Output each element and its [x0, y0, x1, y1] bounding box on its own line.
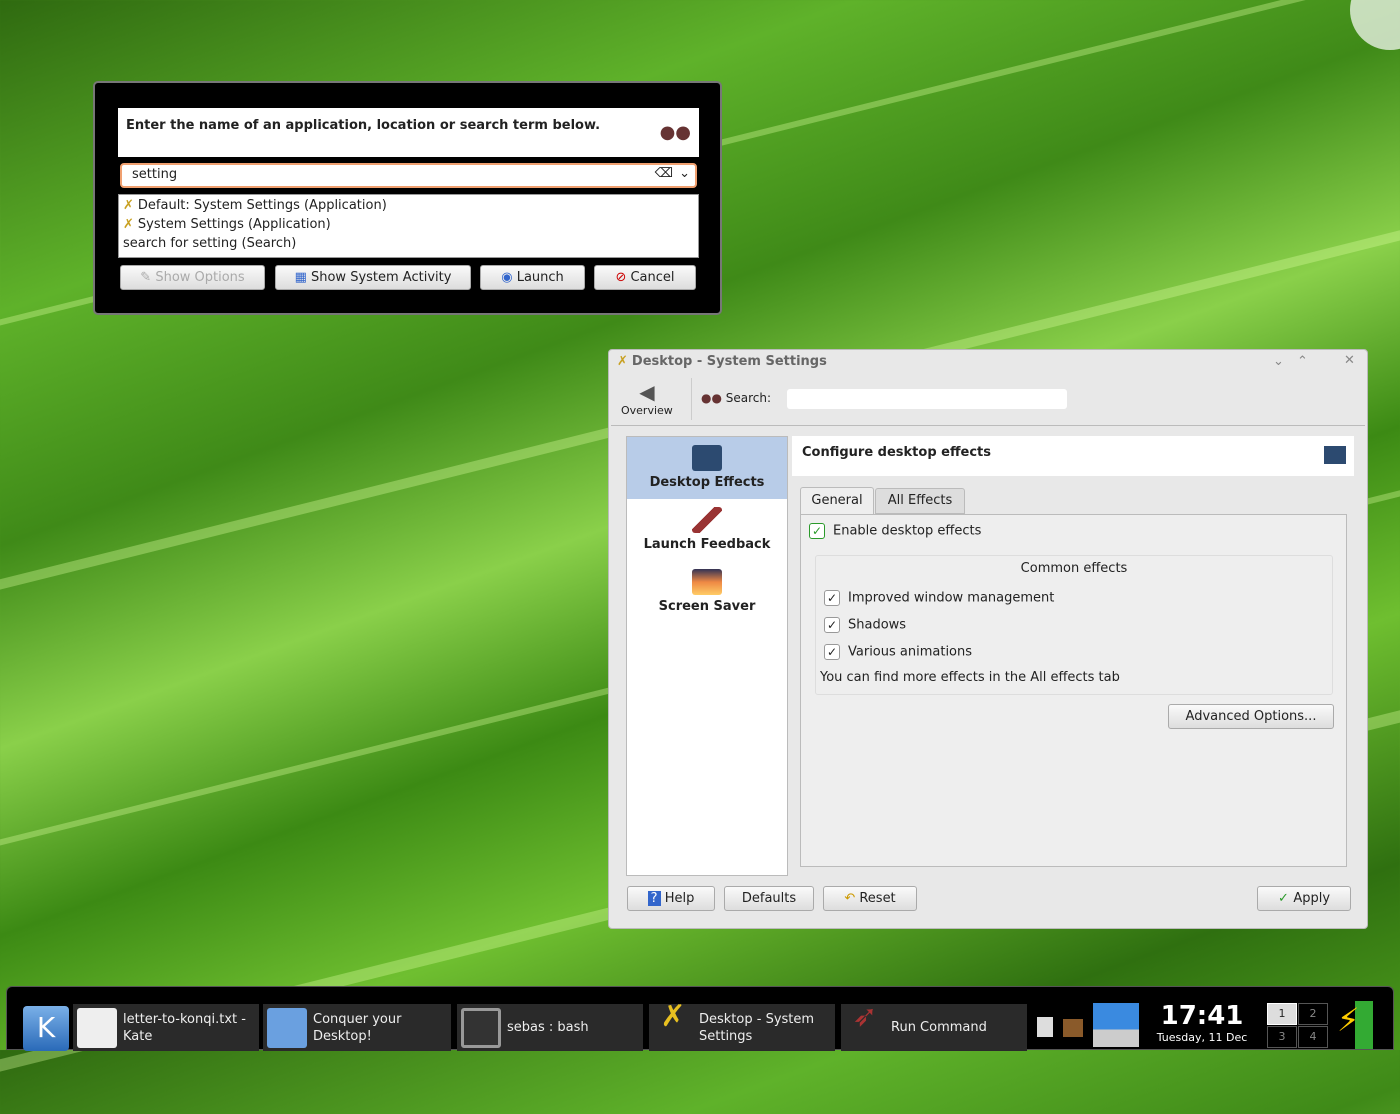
task-kate[interactable]: letter-to-konqi.txt - Kate: [73, 1004, 259, 1051]
list-item[interactable]: ✗ Default: System Settings (Application): [123, 196, 694, 215]
kde-menu-button[interactable]: K: [23, 1006, 69, 1051]
runner-prompt: Enter the name of an application, locati…: [118, 108, 699, 157]
settings-tools-icon: ✗: [123, 198, 134, 213]
effect-checkbox[interactable]: ✓ Shadows: [824, 617, 906, 633]
check-icon: ✓: [824, 617, 840, 633]
kate-icon: [77, 1007, 117, 1048]
show-system-activity-button[interactable]: ▦ Show System Activity: [275, 265, 471, 290]
cancel-button[interactable]: ⊘ Cancel: [594, 265, 696, 290]
maximize-button[interactable]: ⌃: [1297, 354, 1308, 369]
battery-icon[interactable]: ⚡: [1337, 1001, 1373, 1049]
check-icon: ✓: [824, 590, 840, 606]
window-title: ✗ Desktop - System Settings: [617, 354, 827, 369]
common-effects-group: Common effects ✓ Improved window manageme…: [815, 555, 1333, 695]
clear-icon[interactable]: ⌫: [655, 166, 673, 181]
effect-checkbox[interactable]: ✓ Various animations: [824, 644, 972, 660]
check-icon: ✓: [809, 523, 825, 539]
task-conquer-desktop[interactable]: Conquer your Desktop!: [263, 1004, 451, 1051]
wallet-icon[interactable]: [1063, 1019, 1083, 1037]
binoculars-icon: ●●: [659, 122, 691, 143]
system-activity-icon: ▦: [294, 270, 311, 285]
effect-checkbox[interactable]: ✓ Improved window management: [824, 590, 1054, 606]
module-header: Configure desktop effects: [792, 436, 1354, 476]
category-screen-saver[interactable]: Screen Saver: [627, 561, 787, 623]
task-run-command[interactable]: ➶ Run Command: [841, 998, 1027, 1051]
clipboard-icon[interactable]: [1037, 1017, 1053, 1037]
wrench-icon: ✎: [140, 270, 156, 285]
category-list: Desktop Effects Launch Feedback Screen S…: [626, 436, 788, 876]
binoculars-icon: ●●: [701, 391, 726, 405]
effects-note: You can find more effects in the All eff…: [820, 670, 1120, 685]
results-list: ✗ Default: System Settings (Application) …: [118, 194, 699, 258]
check-icon: ✓: [824, 644, 840, 660]
minimize-button[interactable]: ⌄: [1273, 354, 1284, 369]
search-input[interactable]: [787, 389, 1067, 409]
rocket-icon: ➶: [852, 998, 878, 1034]
list-item[interactable]: search for setting (Search): [123, 234, 694, 253]
enable-effects-checkbox[interactable]: ✓ Enable desktop effects: [809, 523, 981, 539]
apply-button[interactable]: ✓ Apply: [1257, 886, 1351, 911]
launch-button[interactable]: ◉ Launch: [480, 265, 585, 290]
folder-icon: [267, 1007, 307, 1048]
help-icon: ?: [647, 891, 661, 906]
back-arrow-icon: ◀: [639, 380, 655, 404]
settings-tools-icon: ✗: [617, 354, 628, 369]
pager-desktop-1[interactable]: 1: [1267, 1003, 1297, 1025]
rocket-icon: [692, 507, 722, 533]
tab-panel: ✓ Enable desktop effects Common effects ✓…: [800, 514, 1347, 867]
settings-tools-icon: ✗: [660, 998, 686, 1034]
terminal-icon: [461, 1007, 501, 1048]
chevron-down-icon[interactable]: ⌄: [679, 166, 690, 181]
run-command-dialog: Enter the name of an application, locati…: [93, 81, 722, 315]
clock[interactable]: 17:41 Tuesday, 11 Dec: [1147, 1001, 1257, 1044]
cancel-icon: ⊘: [615, 270, 631, 285]
group-title: Common effects: [1020, 561, 1128, 576]
category-launch-feedback[interactable]: Launch Feedback: [627, 499, 787, 561]
launch-icon: ◉: [501, 270, 517, 285]
defaults-button[interactable]: Defaults: [724, 886, 814, 911]
tab-all-effects[interactable]: All Effects: [875, 488, 965, 514]
desktop-toolbox-icon[interactable]: [1350, 0, 1400, 50]
task-bash[interactable]: sebas : bash: [457, 1004, 643, 1051]
system-settings-window: ✗ Desktop - System Settings ⌄ ⌃ ✕ ◀ Overvi…: [608, 349, 1368, 929]
search-label: ●● Search:: [701, 391, 772, 405]
task-system-settings[interactable]: ✗ Desktop - System Settings: [649, 998, 835, 1051]
list-item[interactable]: ✗ System Settings (Application): [123, 215, 694, 234]
check-icon: ✓: [1277, 891, 1294, 906]
settings-tools-icon: ✗: [123, 217, 134, 232]
taskbar: K letter-to-konqi.txt - Kate Conquer you…: [6, 986, 1394, 1051]
advanced-options-button[interactable]: Advanced Options...: [1168, 704, 1334, 729]
runner-search-input[interactable]: setting ⌫ ⌄: [120, 163, 697, 188]
tab-general[interactable]: General: [800, 487, 874, 515]
undo-icon: ↶: [844, 891, 860, 906]
category-desktop-effects[interactable]: Desktop Effects: [627, 437, 787, 499]
screen-saver-icon: [692, 569, 722, 595]
pager-desktop-2[interactable]: 2: [1298, 1003, 1328, 1025]
desktop-effects-icon: [692, 445, 722, 471]
pager-desktop-4[interactable]: 4: [1298, 1026, 1328, 1048]
reset-button[interactable]: ↶ Reset: [823, 886, 917, 911]
show-options-button[interactable]: ✎ Show Options: [120, 265, 265, 290]
laptop-icon[interactable]: [1093, 1003, 1139, 1047]
pager-desktop-3[interactable]: 3: [1267, 1026, 1297, 1048]
desktop-effects-icon: [1324, 446, 1346, 464]
help-button[interactable]: ? Help: [627, 886, 715, 911]
overview-button[interactable]: ◀ Overview: [621, 380, 673, 417]
close-button[interactable]: ✕: [1344, 353, 1355, 368]
